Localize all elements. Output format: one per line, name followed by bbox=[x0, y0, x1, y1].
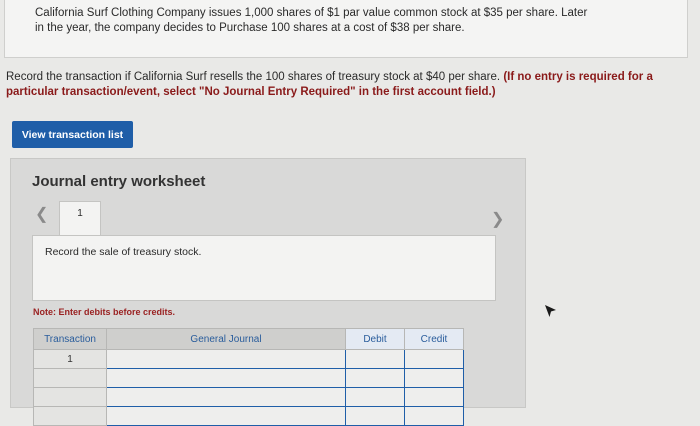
col-general-journal: General Journal bbox=[106, 328, 346, 350]
account-cell[interactable] bbox=[106, 387, 346, 407]
col-transaction: Transaction bbox=[33, 328, 107, 350]
chevron-right-icon[interactable]: ❯ bbox=[491, 209, 504, 229]
view-transaction-list-button[interactable]: View transaction list bbox=[12, 121, 133, 148]
transaction-cell bbox=[33, 387, 107, 407]
credit-cell[interactable] bbox=[404, 387, 464, 407]
debit-cell[interactable] bbox=[345, 368, 405, 388]
instructions: Record the transaction if California Sur… bbox=[6, 70, 694, 100]
transaction-cell: 1 bbox=[33, 349, 107, 369]
transaction-cell bbox=[33, 368, 107, 388]
instructions-note-1: (If no entry is required for a bbox=[503, 71, 653, 83]
credit-cell[interactable] bbox=[404, 368, 464, 388]
chevron-left-icon[interactable]: ❮ bbox=[35, 204, 48, 224]
problem-statement: California Surf Clothing Company issues … bbox=[4, 0, 688, 58]
credit-cell[interactable] bbox=[404, 349, 464, 369]
tab-transaction-1[interactable]: 1 bbox=[59, 201, 101, 235]
debit-cell[interactable] bbox=[345, 349, 405, 369]
debit-cell[interactable] bbox=[345, 387, 405, 407]
transaction-description: Record the sale of treasury stock. bbox=[32, 235, 496, 301]
journal-grid: Transaction General Journal Debit Credit… bbox=[33, 328, 464, 426]
debits-note: Note: Enter debits before credits. bbox=[33, 307, 176, 317]
mouse-pointer-icon bbox=[545, 305, 556, 317]
table-row: 1 bbox=[33, 349, 464, 369]
col-credit: Credit bbox=[404, 328, 464, 350]
transaction-cell bbox=[33, 406, 107, 426]
table-row bbox=[33, 368, 464, 388]
account-cell[interactable] bbox=[106, 406, 346, 426]
instructions-text: Record the transaction if California Sur… bbox=[6, 71, 501, 83]
problem-line-1: California Surf Clothing Company issues … bbox=[35, 7, 588, 19]
table-row bbox=[33, 406, 464, 426]
credit-cell[interactable] bbox=[404, 406, 464, 426]
table-row bbox=[33, 387, 464, 407]
debit-cell[interactable] bbox=[345, 406, 405, 426]
account-cell[interactable] bbox=[106, 368, 346, 388]
account-cell[interactable] bbox=[106, 349, 346, 369]
worksheet-title: Journal entry worksheet bbox=[32, 173, 206, 190]
journal-entry-worksheet: Journal entry worksheet ❮ 1 ❯ Record the… bbox=[10, 158, 526, 426]
problem-line-2: in the year, the company decides to Purc… bbox=[35, 22, 465, 34]
description-text: Record the sale of treasury stock. bbox=[45, 246, 202, 258]
instructions-note-2: particular transaction/event, select "No… bbox=[6, 86, 496, 98]
col-debit: Debit bbox=[345, 328, 405, 350]
